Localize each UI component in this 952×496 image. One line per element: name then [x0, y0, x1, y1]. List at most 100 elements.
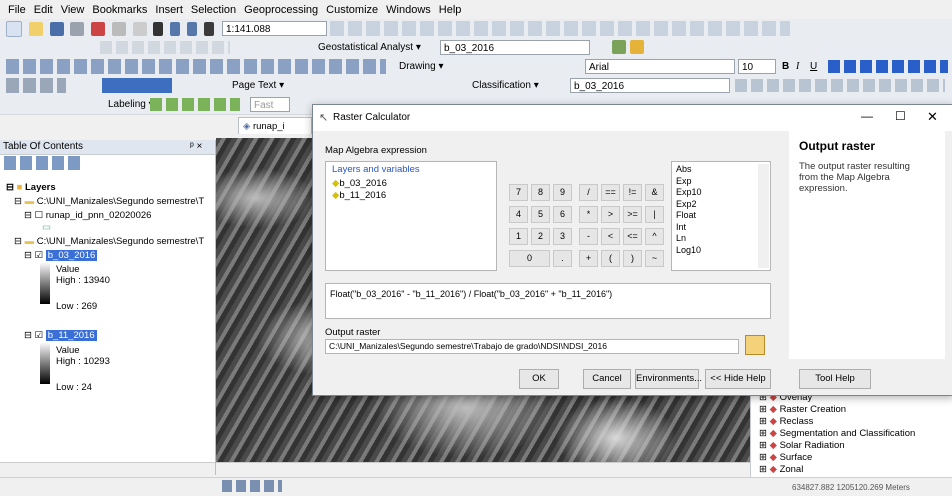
toolbox-surface[interactable]: ⊞ ◆ Surface: [759, 452, 915, 464]
time-slider[interactable]: [102, 78, 172, 93]
menu-geoprocessing[interactable]: Geoprocessing: [244, 4, 318, 16]
functions-scrollbar[interactable]: [758, 164, 769, 268]
close-icon[interactable]: ᵖ ×: [190, 140, 202, 154]
menu-selection[interactable]: Selection: [191, 4, 236, 16]
font-size-combo[interactable]: 10: [738, 59, 776, 74]
calc-button-less[interactable]: <: [601, 228, 620, 245]
calc-button-0[interactable]: 0: [509, 250, 550, 267]
function-item[interactable]: Log10: [676, 245, 770, 257]
function-item[interactable]: Exp10: [676, 187, 770, 199]
calc-button-minus[interactable]: -: [579, 228, 598, 245]
tools-icons[interactable]: [6, 59, 386, 74]
output-raster-field[interactable]: C:\UNI_Manizales\Segundo semestre\Trabaj…: [325, 339, 739, 354]
print-icon[interactable]: [70, 22, 85, 36]
menu-view[interactable]: View: [61, 4, 85, 16]
function-item[interactable]: Exp: [676, 176, 770, 188]
add-data-icon[interactable]: [203, 22, 214, 36]
hide-help-button[interactable]: << Hide Help: [705, 369, 771, 389]
close-icon[interactable]: ✕: [927, 109, 938, 125]
runap-layer[interactable]: ⊟ ☐ runap_id_pnn_02020026: [24, 210, 151, 221]
text-color-tools[interactable]: [828, 60, 948, 73]
toolbox-reclass[interactable]: ⊞ ◆ Reclass: [759, 416, 915, 428]
calc-button-greater-equal[interactable]: >=: [623, 206, 642, 223]
calc-button-close-paren[interactable]: ): [623, 250, 642, 267]
raster-layer-1[interactable]: ⊟ ☑ b_03_2016: [24, 250, 98, 261]
calc-button-open-paren[interactable]: (: [601, 250, 620, 267]
function-item[interactable]: Ln: [676, 233, 770, 245]
calc-button-or[interactable]: |: [645, 206, 664, 223]
open-icon[interactable]: [28, 22, 43, 36]
menu-windows[interactable]: Windows: [386, 4, 431, 16]
folder-group-2[interactable]: ⊟ ▬ C:\UNI_Manizales\Segundo semestre\T: [14, 236, 204, 247]
map-scrollbar[interactable]: [216, 462, 750, 475]
calc-button-3[interactable]: 3: [553, 228, 572, 245]
calc-button-5[interactable]: 5: [531, 206, 550, 223]
calc-button-1[interactable]: 1: [509, 228, 528, 245]
page-text-menu[interactable]: Page Text ▾: [232, 76, 284, 95]
toolbox-raster-creation[interactable]: ⊞ ◆ Raster Creation: [759, 404, 915, 416]
folder-group-1[interactable]: ⊟ ▬ C:\UNI_Manizales\Segundo semestre\T: [14, 196, 204, 207]
calc-button-greater[interactable]: >: [601, 206, 620, 223]
menu-help[interactable]: Help: [439, 4, 462, 16]
cancel-button[interactable]: Cancel: [583, 369, 631, 389]
tool-help-button[interactable]: Tool Help: [799, 369, 871, 389]
drawing-menu[interactable]: Drawing ▾: [399, 57, 443, 76]
copy-icon[interactable]: [111, 22, 126, 36]
menu-customize[interactable]: Customize: [326, 4, 378, 16]
function-item[interactable]: Abs: [676, 164, 770, 176]
new-document-icon[interactable]: [6, 21, 22, 37]
ok-button[interactable]: OK: [519, 369, 559, 389]
maximize-icon[interactable]: ☐: [895, 109, 906, 123]
fast-combo[interactable]: Fast: [250, 97, 290, 112]
map-tab[interactable]: ◈ runap_i: [238, 117, 312, 134]
redo-icon[interactable]: [187, 22, 198, 36]
toc-scrollbar[interactable]: [0, 462, 215, 476]
calc-button-9[interactable]: 9: [553, 184, 572, 201]
tools-icon-strip[interactable]: [330, 21, 790, 36]
menu-file[interactable]: File: [8, 4, 26, 16]
calc-button-2[interactable]: 2: [531, 228, 550, 245]
classification-tools[interactable]: [735, 79, 945, 92]
geostat-menu[interactable]: Geostatistical Analyst ▾: [318, 38, 421, 57]
calc-button-6[interactable]: 6: [553, 206, 572, 223]
menu-insert[interactable]: Insert: [155, 4, 183, 16]
calc-button-less-equal[interactable]: <=: [623, 228, 642, 245]
dialog-titlebar[interactable]: ↖ Raster Calculator — ☐ ✕: [313, 105, 952, 131]
environments-button[interactable]: Environments...: [635, 369, 702, 389]
calc-button-xor[interactable]: ^: [645, 228, 664, 245]
editor-icons[interactable]: [6, 78, 66, 93]
toc-view-buttons[interactable]: [4, 156, 84, 170]
layer-item[interactable]: ◆b_11_2016: [332, 190, 386, 201]
layout-view-buttons[interactable]: [222, 480, 282, 492]
toolbox-solar-radiation[interactable]: ⊞ ◆ Solar Radiation: [759, 440, 915, 452]
layers-group[interactable]: ⊟ ■ Layers: [6, 182, 56, 193]
layer-item[interactable]: ◆b_03_2016: [332, 178, 387, 189]
function-item[interactable]: Exp2: [676, 199, 770, 211]
minimize-icon[interactable]: —: [861, 109, 873, 123]
calc-button-plus[interactable]: +: [579, 250, 598, 267]
calc-button-8[interactable]: 8: [531, 184, 550, 201]
calc-button-not-equal[interactable]: !=: [623, 184, 642, 201]
menu-edit[interactable]: Edit: [34, 4, 53, 16]
calc-button-not[interactable]: ~: [645, 250, 664, 267]
bold-button[interactable]: B: [782, 57, 789, 76]
calc-button-equal[interactable]: ==: [601, 184, 620, 201]
calc-button-7[interactable]: 7: [509, 184, 528, 201]
raster-layer-2[interactable]: ⊟ ☑ b_11_2016: [24, 330, 97, 341]
layers-variables-list[interactable]: Layers and variables ◆b_03_2016 ◆b_11_20…: [325, 161, 497, 271]
calc-button-divide[interactable]: /: [579, 184, 598, 201]
paste-icon[interactable]: [132, 22, 147, 36]
font-combo[interactable]: Arial: [585, 59, 735, 74]
labeling-tools[interactable]: [150, 98, 240, 111]
browse-folder-icon[interactable]: [745, 335, 765, 355]
toolbox-segmentation[interactable]: ⊞ ◆ Segmentation and Classification: [759, 428, 915, 440]
map-scale-combo[interactable]: 1:141.088: [222, 21, 327, 36]
calc-button-4[interactable]: 4: [509, 206, 528, 223]
menu-bookmarks[interactable]: Bookmarks: [92, 4, 147, 16]
functions-list[interactable]: Abs Exp Exp10 Exp2 Float Int Ln Log10: [671, 161, 771, 271]
underline-button[interactable]: U: [810, 57, 817, 76]
italic-button[interactable]: I: [796, 57, 799, 76]
delete-icon[interactable]: [153, 22, 164, 36]
save-icon[interactable]: [49, 22, 64, 36]
function-item[interactable]: Int: [676, 222, 770, 234]
